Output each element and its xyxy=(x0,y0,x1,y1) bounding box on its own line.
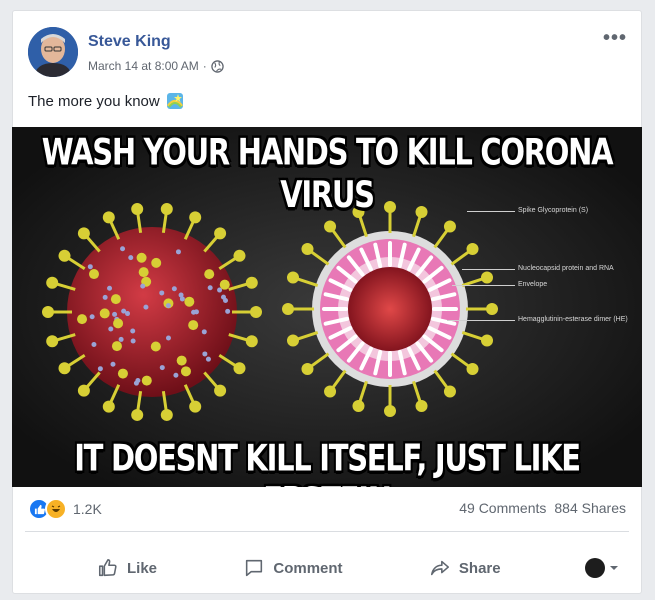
meta-separator: · xyxy=(203,59,207,73)
post-stats: 1.2K 49 Comments 884 Shares xyxy=(28,498,626,522)
share-button[interactable]: Share xyxy=(417,551,513,585)
globe-icon[interactable] xyxy=(211,60,224,73)
post-message: The more you know xyxy=(28,92,184,110)
share-icon xyxy=(429,557,451,579)
reaction-count: 1.2K xyxy=(73,501,102,517)
author-name[interactable]: Steve King xyxy=(88,33,171,51)
thumbs-up-icon xyxy=(97,557,119,579)
share-label: Share xyxy=(459,560,501,577)
post-card: Steve King March 14 at 8:00 AM · ••• The… xyxy=(12,10,642,594)
virus-label-1: Spike Glycoprotein (S) xyxy=(518,207,588,214)
virus-label-3: Envelope xyxy=(518,281,547,288)
haha-reaction-icon xyxy=(45,498,67,520)
post-text: The more you know xyxy=(28,93,160,110)
reaction-as-selector[interactable] xyxy=(575,552,629,584)
post-timestamp[interactable]: March 14 at 8:00 AM xyxy=(88,59,199,73)
meme-bottom-caption: IT DOESNT KILL ITSELF, JUST LIKE EPSTEIN xyxy=(12,437,642,488)
author-avatar[interactable] xyxy=(28,27,78,77)
more-options-button[interactable]: ••• xyxy=(603,27,627,50)
virus-label-4: Hemagglutinin-esterase dimer (HE) xyxy=(518,316,628,323)
page-avatar xyxy=(585,558,605,578)
post-meta: March 14 at 8:00 AM · xyxy=(88,59,224,73)
virus-label-2: Nucleocapsid protein and RNA xyxy=(518,265,614,272)
comment-icon xyxy=(243,557,265,579)
post-actions: Like Comment Share xyxy=(25,546,629,590)
like-label: Like xyxy=(127,560,157,577)
post-image[interactable]: WASH YOUR HANDS TO KILL CORONA VIRUS IT … xyxy=(12,127,642,487)
meme-top-caption: WASH YOUR HANDS TO KILL CORONA VIRUS xyxy=(12,131,642,216)
chevron-down-icon xyxy=(609,563,619,573)
comments-count-link[interactable]: 49 Comments xyxy=(459,500,546,516)
comment-button[interactable]: Comment xyxy=(231,551,354,585)
engagement-counts: 49 Comments 884 Shares xyxy=(459,500,626,516)
stats-divider xyxy=(25,531,629,532)
comment-label: Comment xyxy=(273,560,342,577)
reactions-summary[interactable]: 1.2K xyxy=(28,498,102,520)
post-header: Steve King March 14 at 8:00 AM · ••• xyxy=(28,27,631,79)
shares-count-link[interactable]: 884 Shares xyxy=(554,500,626,516)
rainbow-star-emoji-icon xyxy=(166,92,184,110)
like-button[interactable]: Like xyxy=(85,551,169,585)
